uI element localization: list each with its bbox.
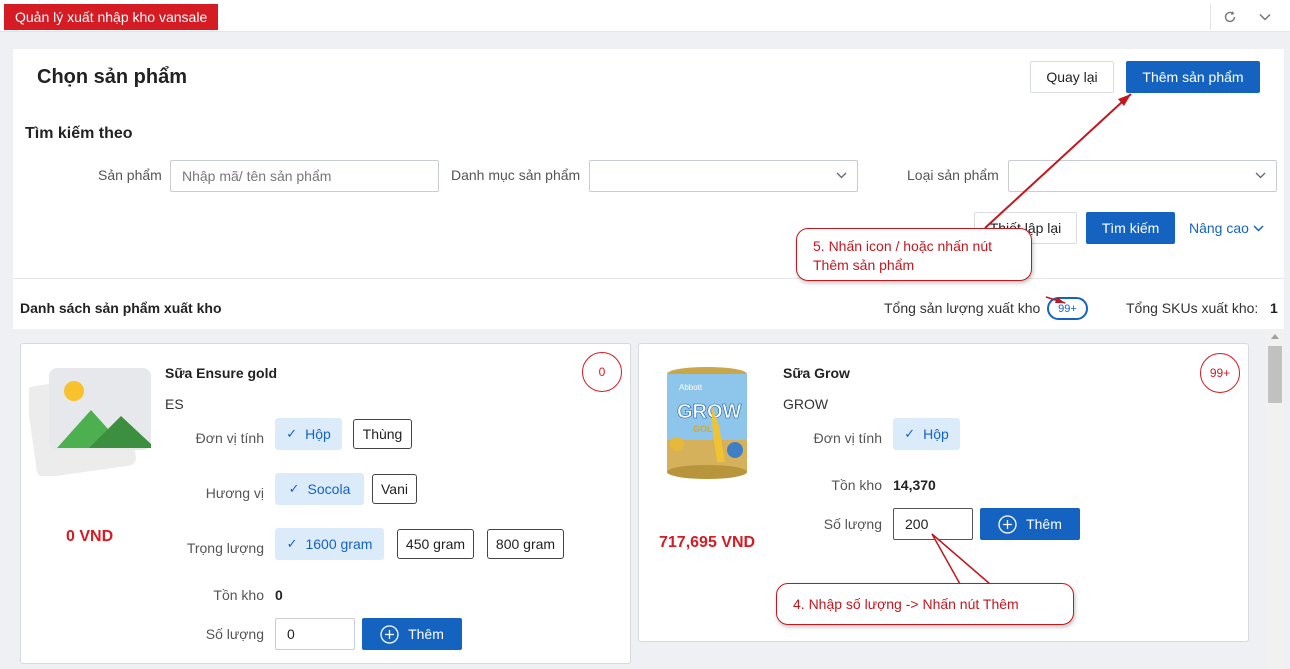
add-button-label: Thêm bbox=[1026, 516, 1062, 532]
search-button[interactable]: Tìm kiếm bbox=[1086, 212, 1175, 244]
chevron-down-icon bbox=[1253, 224, 1264, 232]
qty-input[interactable]: 0 bbox=[275, 618, 355, 650]
product-price: 0 VND bbox=[66, 528, 114, 545]
product-name: Sữa Ensure gold bbox=[165, 365, 278, 381]
total-sku-label: Tổng SKUs xuất kho: bbox=[1126, 300, 1259, 316]
top-bar: Quản lý xuất nhập kho vansale bbox=[0, 0, 1290, 32]
callout-step-5-line2: Thêm sản phẩm bbox=[813, 257, 915, 273]
plus-circle-icon bbox=[998, 514, 1017, 534]
image-title: GROW bbox=[677, 401, 742, 423]
stock-label: Tồn kho bbox=[831, 477, 882, 493]
search-section-title: Tìm kiếm theo bbox=[25, 125, 133, 142]
add-product-button[interactable]: Thêm sản phẩm bbox=[1126, 61, 1260, 93]
image-placeholder-icon bbox=[26, 366, 153, 478]
product-image: Abbott GROW GOLD bbox=[663, 364, 751, 482]
qty-input[interactable]: 200 bbox=[893, 508, 973, 540]
weight-option-450[interactable]: 450 gram bbox=[397, 529, 474, 559]
qty-label: Số lượng bbox=[205, 626, 264, 642]
cart-qty-badge: 99+ bbox=[1200, 353, 1240, 393]
qty-label: Số lượng bbox=[823, 516, 882, 532]
toolbar-divider bbox=[1210, 4, 1211, 30]
stock-label: Tồn kho bbox=[213, 587, 264, 603]
unit-option-carton[interactable]: Thùng bbox=[353, 419, 412, 449]
refresh-icon[interactable] bbox=[1216, 4, 1244, 30]
app-tab[interactable]: Quản lý xuất nhập kho vansale bbox=[4, 4, 219, 30]
total-qty-badge: 99+ bbox=[1047, 297, 1088, 320]
scrollbar[interactable] bbox=[1266, 330, 1284, 669]
callout-step-5: 5. Nhấn icon / hoặc nhấn nút Thêm sản ph… bbox=[796, 228, 1032, 281]
advanced-search-label: Nâng cao bbox=[1189, 220, 1249, 236]
plus-circle-icon bbox=[380, 624, 399, 644]
scroll-up-arrow[interactable] bbox=[1271, 334, 1279, 339]
list-title: Danh sách sản phẩm xuất kho bbox=[20, 300, 222, 316]
flavor-option-chocolate[interactable]: Socola bbox=[275, 473, 364, 505]
type-filter-label: Loại sản phẩm bbox=[907, 167, 999, 183]
flavor-label: Hương vị bbox=[205, 485, 264, 501]
flavor-option-vanilla[interactable]: Vani bbox=[372, 474, 417, 504]
chevron-down-icon[interactable] bbox=[1251, 4, 1279, 30]
stock-value: 0 bbox=[275, 587, 283, 603]
add-button[interactable]: Thêm bbox=[362, 618, 462, 650]
weight-label: Trọng lượng bbox=[186, 540, 264, 556]
weight-option-800[interactable]: 800 gram bbox=[487, 529, 564, 559]
unit-option-box[interactable]: Hộp bbox=[893, 418, 960, 450]
stock-value: 14,370 bbox=[893, 477, 936, 493]
total-sku-value: 1 bbox=[1270, 300, 1278, 316]
cart-qty-badge: 0 bbox=[582, 352, 622, 392]
unit-option-box[interactable]: Hộp bbox=[275, 418, 342, 450]
product-search-input[interactable]: Nhập mã/ tên sản phẩm bbox=[170, 160, 439, 192]
back-button[interactable]: Quay lại bbox=[1030, 61, 1114, 93]
unit-label: Đơn vị tính bbox=[813, 430, 882, 446]
chevron-down-icon bbox=[836, 172, 847, 179]
type-select[interactable] bbox=[1008, 160, 1277, 192]
category-select[interactable] bbox=[589, 160, 858, 192]
page-title: Chọn sản phẩm bbox=[37, 66, 188, 88]
product-filter-label: Sản phẩm bbox=[98, 167, 162, 183]
category-filter-label: Danh mục sản phẩm bbox=[451, 167, 581, 183]
advanced-search-link[interactable]: Nâng cao bbox=[1189, 220, 1264, 236]
scroll-thumb[interactable] bbox=[1268, 346, 1282, 403]
add-button[interactable]: Thêm bbox=[980, 508, 1080, 540]
unit-label: Đơn vị tính bbox=[195, 430, 264, 446]
callout-step-5-line1: 5. Nhấn icon / hoặc nhấn nút bbox=[813, 238, 993, 254]
weight-option-1600[interactable]: 1600 gram bbox=[275, 528, 384, 560]
divider bbox=[13, 278, 1284, 279]
total-qty-label: Tổng sản lượng xuất kho bbox=[884, 300, 1041, 316]
product-code: ES bbox=[165, 396, 184, 412]
add-button-label: Thêm bbox=[408, 626, 444, 642]
product-code: GROW bbox=[783, 396, 829, 412]
chevron-down-icon bbox=[1255, 172, 1266, 179]
product-name: Sữa Grow bbox=[783, 365, 850, 381]
product-card: Sữa Ensure gold ES 0 Đơn vị tính Hộp Thù… bbox=[20, 343, 631, 664]
callout-step-4: 4. Nhập số lượng -> Nhấn nút Thêm bbox=[776, 583, 1074, 625]
product-price: 717,695 VND bbox=[659, 534, 756, 551]
image-brand: Abbott bbox=[679, 383, 703, 392]
